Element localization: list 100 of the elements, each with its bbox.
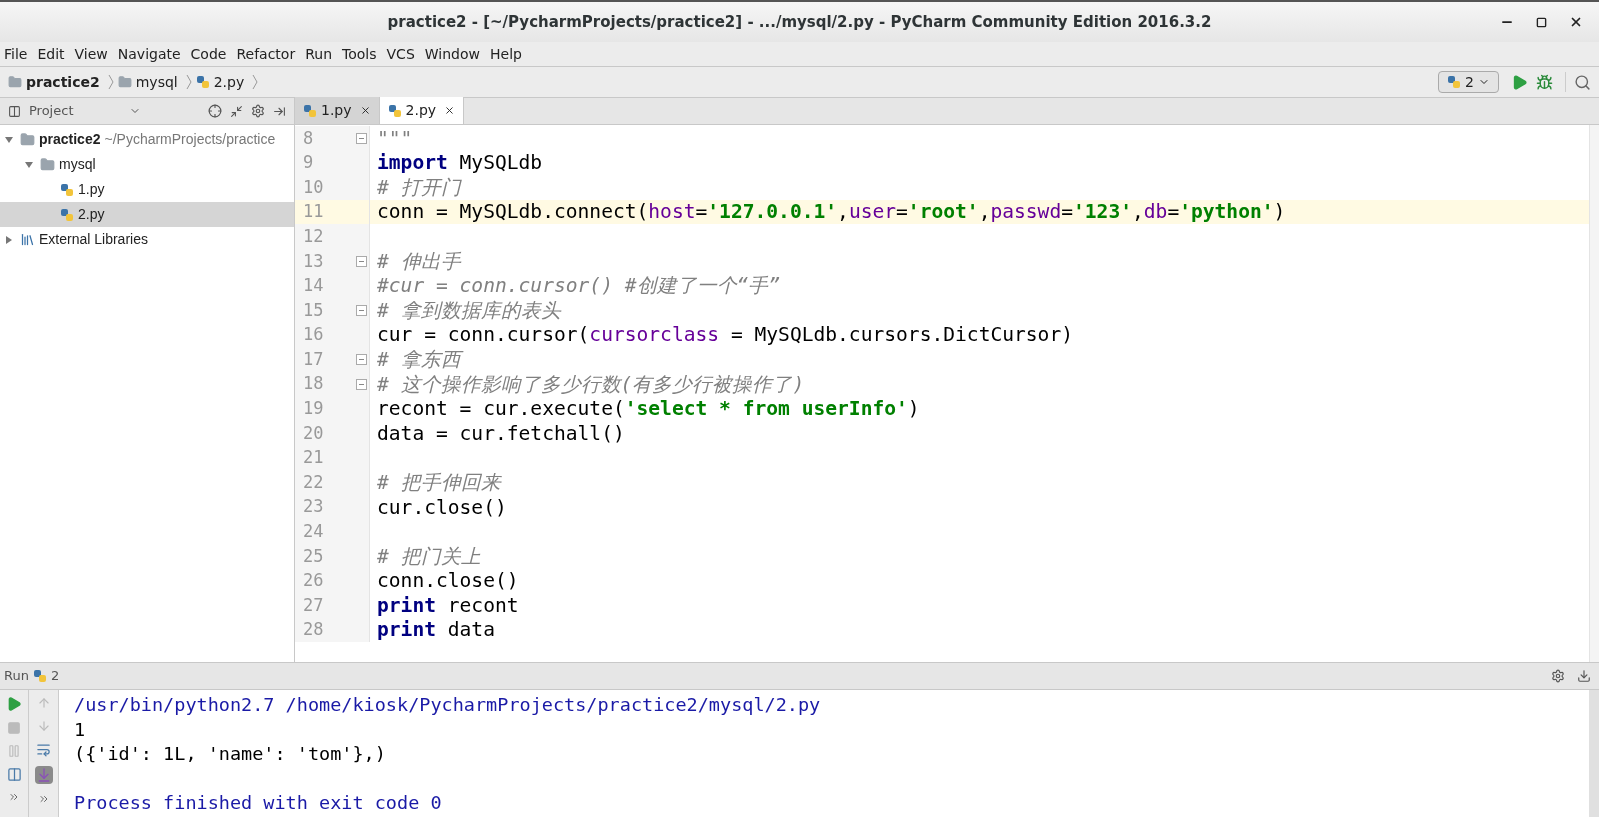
line-number: 23 — [303, 495, 324, 519]
rerun-icon[interactable] — [6, 696, 22, 712]
code-line: data = cur.fetchall() — [376, 420, 625, 447]
code-line: import MySQLdb — [376, 150, 543, 177]
panel-title[interactable]: Project — [29, 101, 74, 121]
code-line: """ — [376, 125, 413, 152]
folder-icon — [40, 157, 55, 172]
window-title: practice2 - [~/PycharmProjects/practice2] - .../mysql/2.py - PyCharm Community Edition 2016.3.2 — [387, 11, 1212, 33]
breadcrumb[interactable]: mysql — [135, 71, 178, 93]
console-line: ({'id': 1L, 'name': 'tom'},) — [74, 742, 387, 765]
expanded-arrow-icon[interactable] — [24, 159, 34, 170]
line-number: 22 — [303, 470, 324, 494]
line-number: 24 — [303, 520, 324, 544]
soft-wrap-icon[interactable] — [36, 742, 51, 757]
run-tab[interactable]: 2 — [50, 666, 60, 686]
editor-tab[interactable]: 2.py — [379, 97, 465, 124]
menu-item[interactable]: Help — [490, 43, 522, 65]
breadcrumb[interactable]: practice2 — [26, 71, 100, 93]
hide-icon[interactable] — [1577, 669, 1591, 683]
line-number: 21 — [303, 446, 324, 470]
menu-item[interactable]: Navigate — [117, 43, 181, 65]
expanded-arrow-icon[interactable] — [4, 134, 14, 145]
line-number: 9 — [303, 151, 314, 175]
scrollbar[interactable] — [1589, 690, 1599, 817]
tree-item[interactable]: 2.py — [0, 202, 294, 227]
python-icon — [32, 669, 47, 683]
line-number: 11 — [303, 200, 324, 224]
menu-item[interactable]: Run — [305, 43, 333, 65]
folder-icon — [20, 132, 35, 147]
layout-icon[interactable] — [6, 767, 22, 782]
library-icon — [20, 232, 35, 247]
debug-icon[interactable] — [1536, 73, 1553, 91]
code-line: cur = conn.cursor(cursorclass = MySQLdb.cursors.DictCursor) — [376, 322, 1073, 349]
python-file-icon — [60, 182, 74, 197]
breadcrumb[interactable]: 2.py — [213, 71, 245, 93]
tree-item[interactable]: practice2 ~/PycharmProjects/practice — [0, 127, 294, 152]
code-line: print data — [376, 617, 495, 644]
python-file-icon — [303, 103, 317, 118]
line-number: 27 — [303, 593, 324, 617]
fold-icon[interactable] — [356, 378, 367, 390]
close-tab-icon[interactable] — [359, 105, 371, 116]
chevron-icon — [185, 74, 192, 90]
python-icon — [1447, 75, 1462, 89]
fold-icon[interactable] — [356, 132, 367, 144]
more-icon[interactable] — [37, 793, 50, 805]
fold-icon[interactable] — [356, 255, 367, 267]
line-number: 8 — [303, 126, 314, 150]
menu-item[interactable]: VCS — [386, 43, 415, 65]
code-line: # 把手伸回来 — [376, 469, 501, 496]
run-icon[interactable] — [1511, 73, 1528, 91]
close-icon[interactable] — [1569, 15, 1583, 29]
locate-icon[interactable] — [208, 104, 222, 118]
panel-title: Run — [4, 667, 29, 686]
python-file-icon — [195, 75, 210, 89]
menu-item[interactable]: Tools — [342, 43, 377, 65]
tree-item[interactable]: mysql — [0, 152, 294, 177]
line-number: 15 — [303, 298, 324, 322]
menu-item[interactable]: Window — [424, 43, 480, 65]
code-line: # 伸出手 — [376, 248, 461, 275]
line-number: 18 — [303, 372, 324, 396]
search-icon[interactable] — [1574, 73, 1591, 91]
panel-icon — [8, 104, 21, 118]
line-number: 20 — [303, 421, 324, 445]
collapsed-arrow-icon[interactable] — [4, 234, 14, 245]
close-tab-icon[interactable] — [444, 105, 456, 116]
tree-item[interactable]: External Libraries — [0, 227, 294, 252]
menu-item[interactable]: Code — [190, 43, 227, 65]
python-file-icon — [60, 207, 74, 222]
fold-icon[interactable] — [356, 304, 367, 316]
hide-icon[interactable] — [273, 104, 286, 118]
code-line: # 打开门 — [376, 174, 461, 201]
menu-item[interactable]: File — [4, 43, 28, 65]
scroll-to-end-icon[interactable] — [34, 766, 53, 784]
settings-icon[interactable] — [251, 104, 265, 118]
menu-item[interactable]: View — [74, 43, 108, 65]
line-number: 17 — [303, 347, 324, 371]
editor-tab[interactable]: 1.py — [295, 97, 380, 124]
collapse-icon[interactable] — [230, 104, 243, 118]
menu-item[interactable]: Edit — [37, 43, 65, 65]
line-number: 26 — [303, 569, 324, 593]
code-line: # 把门关上 — [376, 543, 481, 570]
tree-item[interactable]: 1.py — [0, 177, 294, 202]
fold-icon[interactable] — [356, 354, 367, 366]
python-file-icon — [387, 103, 402, 118]
menu-item[interactable]: Refactor — [236, 43, 296, 65]
line-number: 10 — [303, 175, 324, 199]
scrollbar[interactable] — [1589, 125, 1599, 662]
console-line: /usr/bin/python2.7 /home/kiosk/PycharmProjects/practice2/mysql/2.py — [74, 693, 822, 716]
code-line: conn.close() — [376, 568, 519, 595]
code-line: # 这个操作影响了多少行数(有多少行被操作了) — [376, 371, 805, 398]
maximize-icon[interactable] — [1536, 16, 1547, 28]
code-line: print recont — [376, 592, 519, 619]
line-number: 28 — [303, 618, 324, 642]
more-icon[interactable] — [8, 791, 20, 803]
code-line: cur.close() — [376, 494, 507, 521]
console-line: Process finished with exit code 0 — [74, 791, 443, 814]
chevron-icon — [252, 74, 259, 90]
run-config-dropdown[interactable]: 2 — [1438, 71, 1499, 93]
code-line: #cur = conn.cursor() #创建了一个“手” — [376, 273, 781, 300]
settings-icon[interactable] — [1551, 669, 1565, 683]
